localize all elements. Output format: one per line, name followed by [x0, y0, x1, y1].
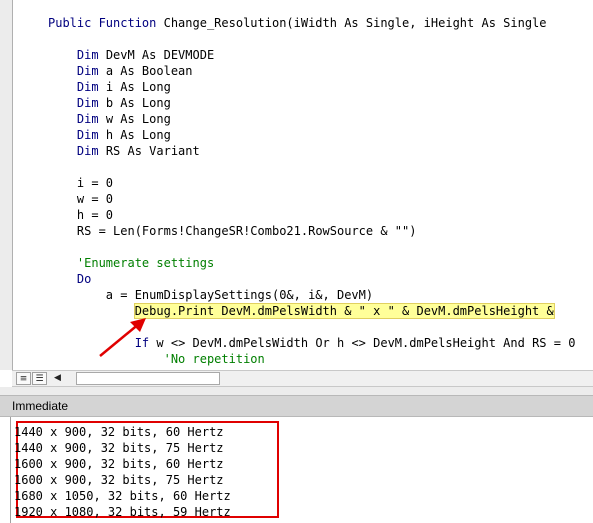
code-keyword: Do	[76, 272, 92, 286]
code-statement: RS = Len(Forms!ChangeSR!Combo21.RowSourc…	[76, 224, 417, 238]
code-statement: Change_Resolution(iWidth As Single, iHei…	[163, 16, 547, 30]
immediate-output-line: 1440 x 900, 32 bits, 75 Hertz	[14, 441, 224, 455]
code-horizontal-scrollbar[interactable]: ≡ ☰ ◀	[12, 370, 593, 387]
code-line[interactable]: Dim w As Long	[48, 111, 575, 127]
code-statement: h = 0	[76, 208, 114, 222]
code-statement: i = 0	[76, 176, 114, 190]
scroll-left-icon[interactable]: ◀	[50, 372, 65, 385]
code-line[interactable]	[48, 159, 575, 175]
code-line[interactable]: 'Enumerate settings	[48, 255, 575, 271]
code-line[interactable]: Dim h As Long	[48, 127, 575, 143]
code-statement: w As Long	[105, 112, 171, 126]
code-keyword: Dim	[76, 96, 106, 110]
code-statement: a = EnumDisplaySettings(0&, i&, DevM)	[105, 288, 374, 302]
code-statement: b As Long	[105, 96, 171, 110]
code-statement: w <> DevM.dmPelsWidth Or h <> DevM.dmPel…	[156, 336, 576, 350]
code-margin[interactable]	[0, 0, 13, 370]
code-line[interactable]: Public Function Change_Resolution(iWidth…	[48, 15, 575, 31]
code-line[interactable]: Dim i As Long	[48, 79, 575, 95]
code-line[interactable]: RS = Len(Forms!ChangeSR!Combo21.RowSourc…	[48, 223, 575, 239]
code-statement: i As Long	[105, 80, 171, 94]
code-line[interactable]	[48, 31, 575, 47]
immediate-window-title: Immediate	[12, 399, 69, 413]
code-statement: w = 0	[76, 192, 114, 206]
code-line[interactable]: Do	[48, 271, 575, 287]
code-statement: RS As Variant	[105, 144, 200, 158]
code-line[interactable]: Dim RS As Variant	[48, 143, 575, 159]
code-line[interactable]: h = 0	[48, 207, 575, 223]
code-keyword: Public Function	[48, 16, 164, 30]
code-statement: DevM As DEVMODE	[105, 48, 215, 62]
code-line[interactable]: Dim b As Long	[48, 95, 575, 111]
full-module-view-icon[interactable]: ☰	[32, 372, 47, 385]
scrollbar-thumb[interactable]	[76, 372, 220, 385]
code-keyword: Dim	[76, 80, 106, 94]
code-line[interactable]: w = 0	[48, 191, 575, 207]
red-arrow-icon	[99, 318, 146, 357]
code-line[interactable]	[48, 239, 575, 255]
procedure-view-icon[interactable]: ≡	[16, 372, 31, 385]
immediate-output-line: 1600 x 900, 32 bits, 60 Hertz	[14, 457, 224, 471]
code-keyword: Dim	[76, 64, 106, 78]
immediate-output-line: 1600 x 900, 32 bits, 75 Hertz	[14, 473, 224, 487]
immediate-window-titlebar[interactable]: Immediate	[0, 395, 593, 417]
code-keyword: Dim	[76, 112, 106, 126]
code-keyword: Dim	[76, 48, 106, 62]
code-keyword: Dim	[76, 144, 106, 158]
code-line[interactable]: a = EnumDisplaySettings(0&, i&, DevM)	[48, 287, 575, 303]
code-statement: Debug.Print DevM.dmPelsWidth & " x " & D…	[133, 303, 555, 319]
code-keyword: Dim	[76, 128, 106, 142]
immediate-output-line: 1920 x 1080, 32 bits, 59 Hertz	[14, 505, 231, 519]
pane-splitter[interactable]	[0, 387, 593, 395]
code-comment: 'No repetition	[163, 352, 265, 366]
immediate-output-line: 1680 x 1050, 32 bits, 60 Hertz	[14, 489, 231, 503]
code-editor[interactable]: Public Function Change_Resolution(iWidth…	[0, 0, 593, 370]
immediate-output-line: 1440 x 900, 32 bits, 60 Hertz	[14, 425, 224, 439]
code-line[interactable]: Dim DevM As DEVMODE	[48, 47, 575, 63]
code-comment: 'Enumerate settings	[76, 256, 215, 270]
code-statement: a As Boolean	[105, 64, 193, 78]
code-line[interactable]: Dim a As Boolean	[48, 63, 575, 79]
code-statement: h As Long	[105, 128, 171, 142]
immediate-output[interactable]: 1440 x 900, 32 bits, 60 Hertz 1440 x 900,…	[14, 424, 231, 520]
code-line[interactable]: i = 0	[48, 175, 575, 191]
